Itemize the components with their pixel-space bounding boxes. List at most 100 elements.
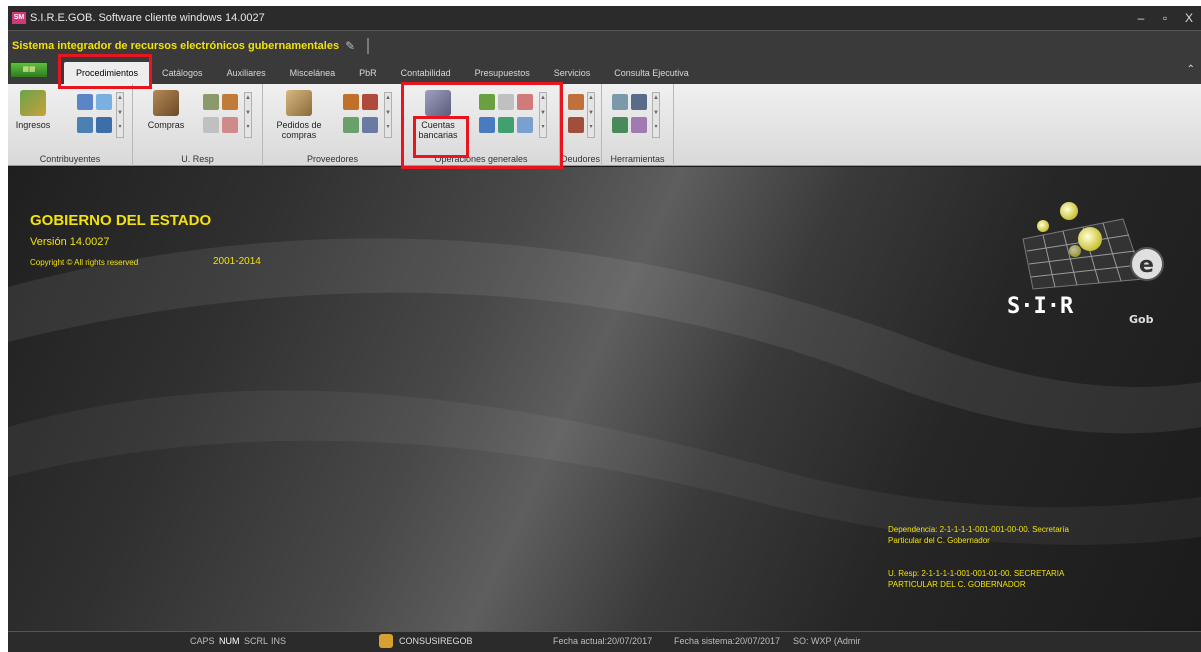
deudores-icon-1[interactable] [568, 94, 584, 110]
splash-heading: GOBIERNO DEL ESTADO [30, 212, 212, 229]
herramientas-icon-1[interactable] [612, 94, 628, 110]
deudores-gallery-scroll[interactable]: ▲ ▼ ▾ [587, 92, 595, 138]
compras-icon [153, 90, 179, 116]
group-uresp: Compras ▲ ▼ ▾ U. Resp [133, 84, 263, 166]
user-icon [379, 634, 393, 648]
operaciones-icon-1[interactable] [479, 94, 495, 110]
group-label-proveedores: Proveedores [306, 154, 359, 164]
group-deudores: ▲ ▼ ▾ Deudores [560, 84, 602, 166]
group-label-uresp: U. Resp [181, 154, 214, 164]
dependencia-line1: Dependencia: 2-1-1-1-1-001-001-00-00. Se… [888, 525, 1069, 534]
uresp-icon-1[interactable] [203, 94, 219, 110]
herramientas-icon-2[interactable] [631, 94, 647, 110]
system-bar: Sistema integrador de recursos electróni… [8, 30, 1201, 60]
herramientas-gallery-scroll[interactable]: ▲ ▼ ▾ [652, 92, 660, 138]
pedidos-de-compras-button[interactable]: Pedidos de compras [273, 90, 325, 140]
group-proveedores: Pedidos de compras ▲ ▼ ▾ Proveedores [263, 84, 403, 166]
proveedores-icon-3[interactable] [343, 117, 359, 133]
operaciones-gallery-scroll[interactable]: ▲ ▼ ▾ [539, 92, 547, 138]
tab-procedimientos[interactable]: Procedimientos [64, 62, 151, 84]
operaciones-icon-6[interactable] [517, 117, 533, 133]
application-menu-button[interactable]: ▦▦ [10, 62, 48, 78]
user-name: CONSUSIREGOB [399, 636, 473, 646]
operaciones-icon-3[interactable] [517, 94, 533, 110]
cuentas-bancarias-button[interactable]: Cuentas bancarias [413, 90, 463, 140]
compras-button[interactable]: Compras [143, 90, 189, 130]
ribbon: Ingresos ▲ ▼ ▾ Contribuyentes Compras ▲ ▼ ▾ [8, 84, 1201, 166]
so-info: SO: WXP (Admir [793, 636, 861, 646]
pedidos-icon [286, 90, 312, 116]
group-label-operaciones-generales: Operaciones generales [434, 154, 528, 164]
svg-text:e: e [1139, 253, 1154, 278]
group-contribuyentes: Ingresos ▲ ▼ ▾ Contribuyentes [8, 84, 133, 166]
tab-servicios[interactable]: Servicios [542, 62, 603, 84]
uresp-icon-2[interactable] [222, 94, 238, 110]
proveedores-icon-2[interactable] [362, 94, 378, 110]
svg-text:Gob: Gob [1129, 313, 1154, 326]
ingresos-label: Ingresos [15, 120, 51, 130]
splash-years: 2001-2014 [213, 256, 261, 267]
fecha-actual: Fecha actual:20/07/2017 [553, 636, 653, 646]
contribuyentes-icon-1[interactable] [77, 94, 93, 110]
pedidos-label-line2: compras [281, 130, 317, 140]
system-name: Sistema integrador de recursos electróni… [12, 39, 340, 52]
tab-auxiliares[interactable]: Auxiliares [215, 62, 278, 84]
minimize-button[interactable]: – [1135, 11, 1147, 25]
herramientas-icon-4[interactable] [631, 117, 647, 133]
main-area: GOBIERNO DEL ESTADO Versión 14.0027 Copy… [8, 167, 1201, 631]
uresp-gallery-scroll[interactable]: ▲ ▼ ▾ [244, 92, 252, 138]
deudores-icon-2[interactable] [568, 117, 584, 133]
status-bar: CAPS NUM SCRL INS CONSUSIREGOB Fecha act… [8, 631, 1201, 652]
restore-button[interactable]: ▫ [1159, 11, 1171, 25]
sire-gob-logo: e S·I·R Gob [993, 189, 1173, 329]
cuentas-label-line1: Cuentas [421, 120, 455, 130]
collapse-ribbon-icon[interactable]: ⌃ [1187, 64, 1195, 75]
splash-version: Versión 14.0027 [30, 236, 110, 248]
scrl-indicator: SCRL [244, 636, 269, 646]
contribuyentes-icon-2[interactable] [96, 94, 112, 110]
operaciones-icon-2[interactable] [498, 94, 514, 110]
uresp-info: U. Resp: 2-1-1-1-1-001-001-01-00. SECRET… [888, 568, 1064, 590]
pin-icon[interactable]: ✎ [345, 39, 355, 53]
svg-text:S·I·R: S·I·R [1007, 294, 1074, 319]
contribuyentes-gallery-scroll[interactable]: ▲ ▼ ▾ [116, 92, 124, 138]
uresp-icon-4[interactable] [222, 117, 238, 133]
operaciones-icon-4[interactable] [479, 117, 495, 133]
cuentas-label-line2: bancarias [418, 130, 458, 140]
uresp-line2: PARTICULAR DEL C. GOBERNADOR [888, 580, 1026, 589]
contribuyentes-icon-3[interactable] [77, 117, 93, 133]
group-label-contribuyentes: Contribuyentes [39, 154, 101, 164]
tab-presupuestos[interactable]: Presupuestos [463, 62, 542, 84]
tab-consulta-ejecutiva[interactable]: Consulta Ejecutiva [602, 62, 701, 84]
fecha-sistema: Fecha sistema:20/07/2017 [674, 636, 781, 646]
dependencia-line2: Particular del C. Gobernador [888, 536, 990, 545]
operaciones-icon-5[interactable] [498, 117, 514, 133]
dependencia-info: Dependencia: 2-1-1-1-1-001-001-00-00. Se… [888, 524, 1069, 546]
contribuyentes-icon-4[interactable] [96, 117, 112, 133]
proveedores-icon-4[interactable] [362, 117, 378, 133]
group-operaciones-generales: Cuentas bancarias ▲ ▼ ▾ Operaciones genera… [403, 84, 560, 166]
group-label-herramientas: Herramientas [610, 154, 665, 164]
tab-catalogos[interactable]: Catálogos [150, 62, 215, 84]
tab-pbr[interactable]: PbR [347, 62, 389, 84]
title-bar: SM S.I.R.E.GOB. Software cliente windows… [8, 6, 1201, 30]
app-window: SM S.I.R.E.GOB. Software cliente windows… [8, 6, 1201, 652]
proveedores-icon-1[interactable] [343, 94, 359, 110]
uresp-line1: U. Resp: 2-1-1-1-1-001-001-01-00. SECRET… [888, 569, 1065, 578]
tab-miscelanea[interactable]: Miscelánea [278, 62, 348, 84]
app-icon: SM [12, 12, 26, 24]
ingresos-button[interactable]: Ingresos [10, 90, 56, 130]
proveedores-gallery-scroll[interactable]: ▲ ▼ ▾ [384, 92, 392, 138]
tab-contabilidad[interactable]: Contabilidad [389, 62, 463, 84]
group-label-deudores: Deudores [560, 154, 601, 164]
group-herramientas: ▲ ▼ ▾ Herramientas [602, 84, 674, 166]
close-button[interactable]: X [1183, 11, 1195, 25]
separator [367, 37, 370, 54]
uresp-icon-3[interactable] [203, 117, 219, 133]
bank-icon [425, 90, 451, 116]
pedidos-label-line1: Pedidos de [276, 120, 322, 130]
caps-indicator: CAPS [190, 636, 215, 646]
ingresos-icon [20, 90, 46, 116]
window-title: S.I.R.E.GOB. Software cliente windows 14… [30, 12, 265, 24]
herramientas-icon-3[interactable] [612, 117, 628, 133]
